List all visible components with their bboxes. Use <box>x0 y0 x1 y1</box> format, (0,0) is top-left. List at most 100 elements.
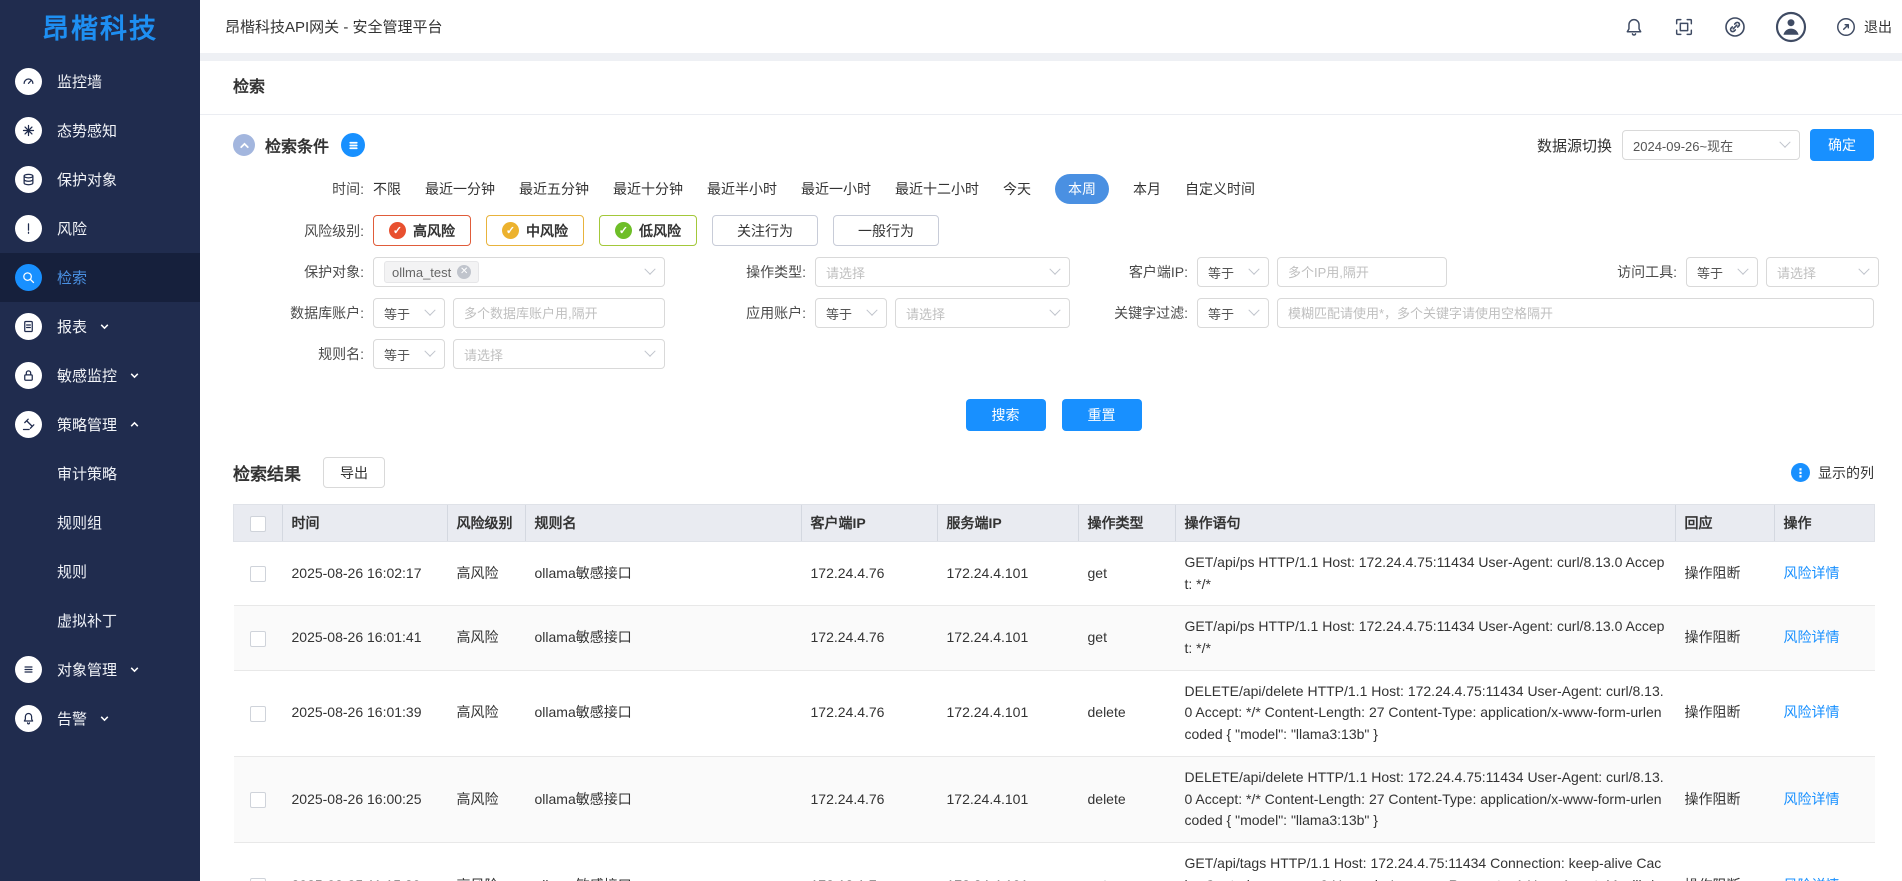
risk-detail-link[interactable]: 风险详情 <box>1784 877 1840 881</box>
reset-button[interactable]: 重置 <box>1062 399 1142 431</box>
show-columns-toggle[interactable]: ⋮ 显示的列 <box>1791 463 1874 483</box>
chevron-down-icon <box>644 346 655 357</box>
export-button[interactable]: 导出 <box>323 457 385 488</box>
table-row: 2025-08-25 11:15:20 高风险 ollama敏感接口 172.1… <box>234 842 1875 881</box>
client-ip-input[interactable] <box>1277 257 1447 287</box>
sidebar-item-search[interactable]: 检索 <box>0 253 200 302</box>
operation-type-label: 操作类型: <box>665 262 815 282</box>
col-header-statement: 操作语句 <box>1175 505 1675 542</box>
row-checkbox[interactable] <box>250 706 266 722</box>
collapse-section-icon[interactable] <box>233 134 255 156</box>
sidebar-item-sensitive-monitor[interactable]: 敏感监控 <box>0 351 200 400</box>
sidebar-item-object-management[interactable]: 对象管理 <box>0 645 200 694</box>
sidebar-subitem-audit-policy[interactable]: 审计策略 <box>0 449 200 498</box>
app-title: 昂楷科技API网关 - 安全管理平台 <box>225 16 443 37</box>
search-button[interactable]: 搜索 <box>966 399 1046 431</box>
time-option-this-week[interactable]: 本周 <box>1055 174 1109 204</box>
sidebar-item-situation-awareness[interactable]: 态势感知 <box>0 106 200 155</box>
keyword-operator-select[interactable]: 等于 <box>1197 298 1269 328</box>
logout-button[interactable]: 退出 <box>1835 16 1892 38</box>
risk-detail-link[interactable]: 风险详情 <box>1784 704 1840 720</box>
protect-object-select[interactable]: ollma_test✕ <box>373 257 665 287</box>
row-checkbox[interactable] <box>250 631 266 647</box>
lock-icon <box>15 362 42 389</box>
database-icon <box>15 166 42 193</box>
chevron-down-icon <box>1049 305 1060 316</box>
db-account-label: 数据库账户: <box>233 303 373 323</box>
sidebar-subitem-rule-group[interactable]: 规则组 <box>0 498 200 547</box>
risk-normal-behavior-button[interactable]: 一般行为 <box>833 215 939 246</box>
time-option-last-1h[interactable]: 最近一小时 <box>801 179 871 199</box>
monitor-wall-icon <box>15 68 42 95</box>
time-option-unlimited[interactable]: 不限 <box>373 179 401 199</box>
time-option-today[interactable]: 今天 <box>1003 179 1031 199</box>
confirm-button[interactable]: 确定 <box>1810 129 1874 161</box>
col-header-client-ip: 客户端IP <box>801 505 937 542</box>
operation-type-select[interactable]: 请选择 <box>815 257 1070 287</box>
app-account-select[interactable]: 请选择 <box>895 298 1070 328</box>
time-option-this-month[interactable]: 本月 <box>1133 179 1161 199</box>
time-option-last-1min[interactable]: 最近一分钟 <box>425 179 495 199</box>
table-row: 2025-08-26 16:02:17 高风险 ollama敏感接口 172.2… <box>234 542 1875 606</box>
risk-detail-link[interactable]: 风险详情 <box>1784 629 1840 645</box>
risk-watch-behavior-button[interactable]: 关注行为 <box>712 215 818 246</box>
chevron-down-icon <box>1049 264 1060 275</box>
risk-detail-link[interactable]: 风险详情 <box>1784 565 1840 581</box>
filter-menu-icon[interactable] <box>341 133 365 157</box>
row-checkbox[interactable] <box>250 792 266 808</box>
logout-label: 退出 <box>1864 17 1892 37</box>
results-table: 时间 风险级别 规则名 客户端IP 服务端IP 操作类型 操作语句 回应 操作 <box>233 504 1875 881</box>
app-account-operator-select[interactable]: 等于 <box>815 298 887 328</box>
chevron-down-icon <box>1737 264 1748 275</box>
remove-tag-icon[interactable]: ✕ <box>457 265 471 279</box>
access-tool-select[interactable]: 请选择 <box>1766 257 1879 287</box>
risk-detail-link[interactable]: 风险详情 <box>1784 791 1840 807</box>
fullscreen-icon[interactable] <box>1673 16 1695 38</box>
link-icon[interactable] <box>1723 15 1747 39</box>
page-title: 检索 <box>200 61 1902 115</box>
client-ip-operator-select[interactable]: 等于 <box>1197 257 1269 287</box>
keyword-filter-label: 关键字过滤: <box>1070 303 1197 323</box>
time-option-last-10min[interactable]: 最近十分钟 <box>613 179 683 199</box>
sidebar-item-risk[interactable]: 风险 <box>0 204 200 253</box>
access-tool-operator-select[interactable]: 等于 <box>1686 257 1758 287</box>
col-header-time: 时间 <box>282 505 447 542</box>
db-account-operator-select[interactable]: 等于 <box>373 298 445 328</box>
risk-high-button[interactable]: ✓ 高风险 <box>373 215 471 246</box>
chevron-down-icon <box>1779 137 1790 148</box>
time-option-last-30min[interactable]: 最近半小时 <box>707 179 777 199</box>
sidebar-item-reports[interactable]: 报表 <box>0 302 200 351</box>
report-icon <box>15 313 42 340</box>
keyword-input[interactable] <box>1277 298 1874 328</box>
db-account-input[interactable] <box>453 298 665 328</box>
datasource-select[interactable]: 2024-09-26~现在 <box>1622 130 1800 160</box>
table-row: 2025-08-26 16:01:39 高风险 ollama敏感接口 172.2… <box>234 670 1875 756</box>
time-option-last-12h[interactable]: 最近十二小时 <box>895 179 979 199</box>
sidebar-item-policy-management[interactable]: 策略管理 <box>0 400 200 449</box>
chevron-down-icon <box>1858 264 1869 275</box>
row-checkbox[interactable] <box>250 566 266 582</box>
sidebar-item-alerts[interactable]: 告警 <box>0 694 200 743</box>
sidebar-subitem-rules[interactable]: 规则 <box>0 547 200 596</box>
notification-bell-icon[interactable] <box>1623 16 1645 38</box>
sidebar-item-monitor-wall[interactable]: 监控墙 <box>0 57 200 106</box>
filter-section-title: 检索条件 <box>265 133 329 157</box>
table-header-row: 时间 风险级别 规则名 客户端IP 服务端IP 操作类型 操作语句 回应 操作 <box>234 505 1875 542</box>
search-icon <box>15 264 42 291</box>
sidebar-subitem-virtual-patch[interactable]: 虚拟补丁 <box>0 596 200 645</box>
sidebar-item-protected-objects[interactable]: 保护对象 <box>0 155 200 204</box>
rule-name-operator-select[interactable]: 等于 <box>373 339 445 369</box>
chevron-down-icon <box>99 321 110 332</box>
app-account-label: 应用账户: <box>665 303 815 323</box>
risk-low-button[interactable]: ✓ 低风险 <box>599 215 697 246</box>
select-all-checkbox[interactable] <box>250 516 266 532</box>
alarm-bell-icon <box>15 705 42 732</box>
time-option-last-5min[interactable]: 最近五分钟 <box>519 179 589 199</box>
chevron-up-icon <box>129 419 140 430</box>
table-row: 2025-08-26 16:00:25 高风险 ollama敏感接口 172.2… <box>234 756 1875 842</box>
rule-name-select[interactable]: 请选择 <box>453 339 665 369</box>
user-avatar[interactable] <box>1775 11 1807 43</box>
risk-level-label: 风险级别: <box>233 221 373 241</box>
risk-medium-button[interactable]: ✓ 中风险 <box>486 215 584 246</box>
time-option-custom[interactable]: 自定义时间 <box>1185 179 1255 199</box>
